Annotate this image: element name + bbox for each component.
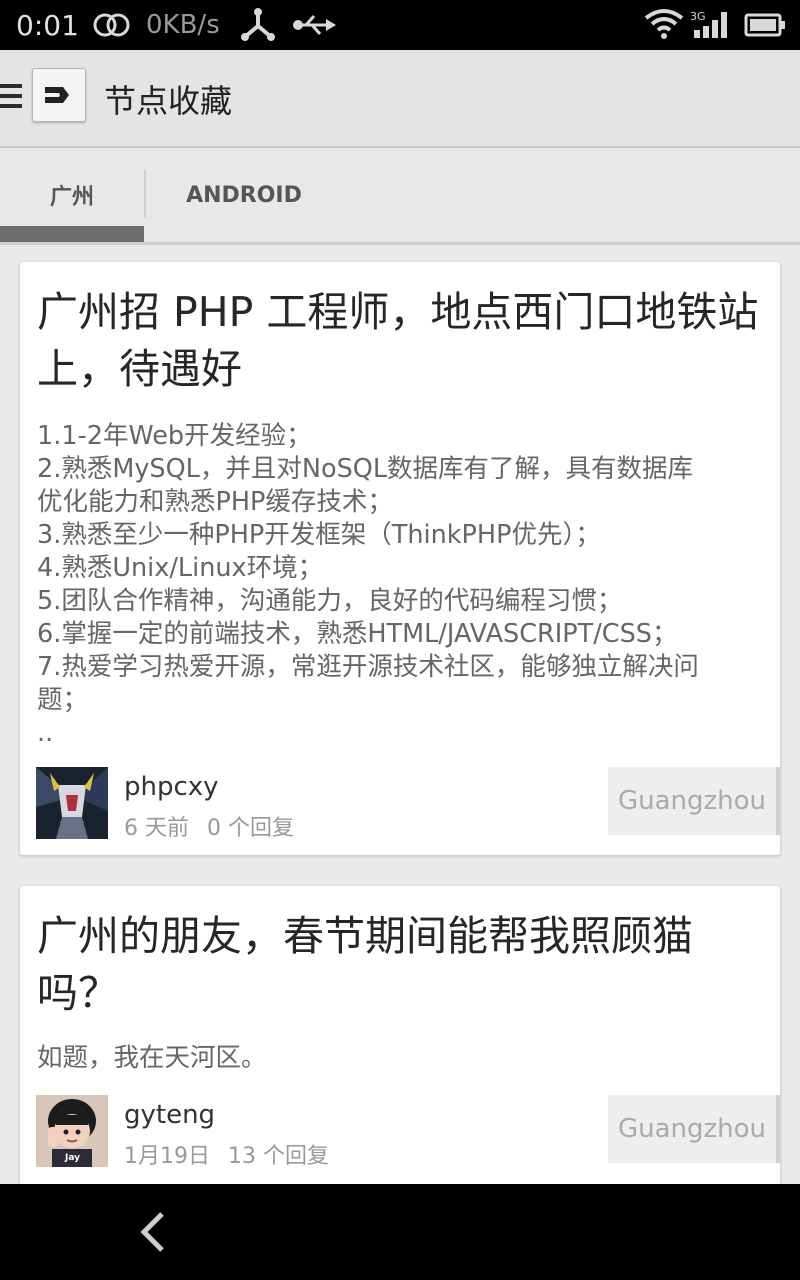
reply-count: 0 个回复	[207, 816, 294, 841]
topic-body-line: 4.熟悉Unix/Linux环境；	[37, 553, 324, 583]
topic-title[interactable]: 广州招 PHP 工程师，地点西门口地铁站上，待遇好	[37, 284, 767, 398]
navigation-bar	[0, 1184, 800, 1280]
usb-icon	[293, 15, 336, 35]
topic-body-line: 3.熟悉至少一种PHP开发框架（ThinkPHP优先）；	[37, 520, 601, 550]
tab-bar: 广州 ANDROID	[0, 148, 800, 245]
signal-icon: 3G	[690, 10, 734, 40]
topic-meta: 6 天前 0 个回复	[124, 810, 312, 842]
app-logo-icon[interactable]	[32, 68, 86, 122]
topic-time: 6 天前	[124, 816, 189, 841]
action-bar: 节点收藏	[0, 50, 800, 148]
tab-selected-indicator	[0, 226, 144, 242]
topic-card[interactable]: 广州的朋友，春节期间能帮我照顾猫吗？ 如题，我在天河区。 Jay gyteng …	[20, 886, 780, 1186]
topic-body-line: 5.团队合作精神，沟通能力，良好的代码编程习惯；	[37, 586, 623, 616]
wifi-icon	[644, 9, 684, 39]
node-button[interactable]: Guangzhou	[608, 1095, 780, 1163]
avatar-caption: Jay	[65, 1153, 81, 1163]
topic-body-line: 7.热爱学习热爱开源，常逛开源技术社区，能够独立解决问	[37, 652, 699, 682]
signal-label: 3G	[690, 10, 706, 23]
topic-body-line: 2.熟悉MySQL，并且对NoSQL数据库有了解，具有数据库	[37, 454, 694, 484]
topic-time: 1月19日	[124, 1144, 210, 1169]
avatar[interactable]: Jay	[36, 1095, 108, 1167]
topic-body: 1.1-2年Web开发经验； 2.熟悉MySQL，并且对NoSQL数据库有了解，…	[37, 420, 772, 750]
author-name[interactable]: gyteng	[124, 1100, 215, 1130]
status-time: 0:01	[16, 9, 79, 42]
topic-body-line: 如题，我在天河区。	[37, 1043, 267, 1073]
topic-meta: 1月19日 13 个回复	[124, 1138, 347, 1170]
topic-title[interactable]: 广州的朋友，春节期间能帮我照顾猫吗？	[37, 908, 767, 1022]
back-icon[interactable]	[134, 1208, 174, 1256]
page-title: 节点收藏	[104, 82, 233, 120]
menu-icon[interactable]	[0, 84, 22, 112]
topic-body: 如题，我在天河区。	[37, 1042, 772, 1075]
tab-android[interactable]: ANDROID	[146, 148, 342, 242]
topic-body-line: 6.掌握一定的前端技术，熟悉HTML/JAVASCRIPT/CSS；	[37, 619, 678, 649]
topic-body-line: ..	[37, 718, 54, 748]
author-name[interactable]: phpcxy	[124, 772, 219, 802]
avatar[interactable]	[36, 767, 108, 839]
battery-icon	[744, 13, 785, 37]
topic-card[interactable]: 广州招 PHP 工程师，地点西门口地铁站上，待遇好 1.1-2年Web开发经验；…	[20, 262, 780, 855]
topic-body-line: 1.1-2年Web开发经验；	[37, 421, 312, 451]
rings-icon	[93, 13, 130, 37]
tether-icon	[241, 8, 275, 41]
node-button[interactable]: Guangzhou	[608, 767, 780, 835]
reply-count: 13 个回复	[228, 1144, 329, 1169]
status-bar: 0:01 0KB/s 3G	[0, 0, 800, 50]
topic-body-line: 题；	[37, 685, 89, 715]
network-speed: 0KB/s	[146, 10, 220, 40]
topic-body-line: 优化能力和熟悉PHP缓存技术；	[37, 487, 393, 517]
